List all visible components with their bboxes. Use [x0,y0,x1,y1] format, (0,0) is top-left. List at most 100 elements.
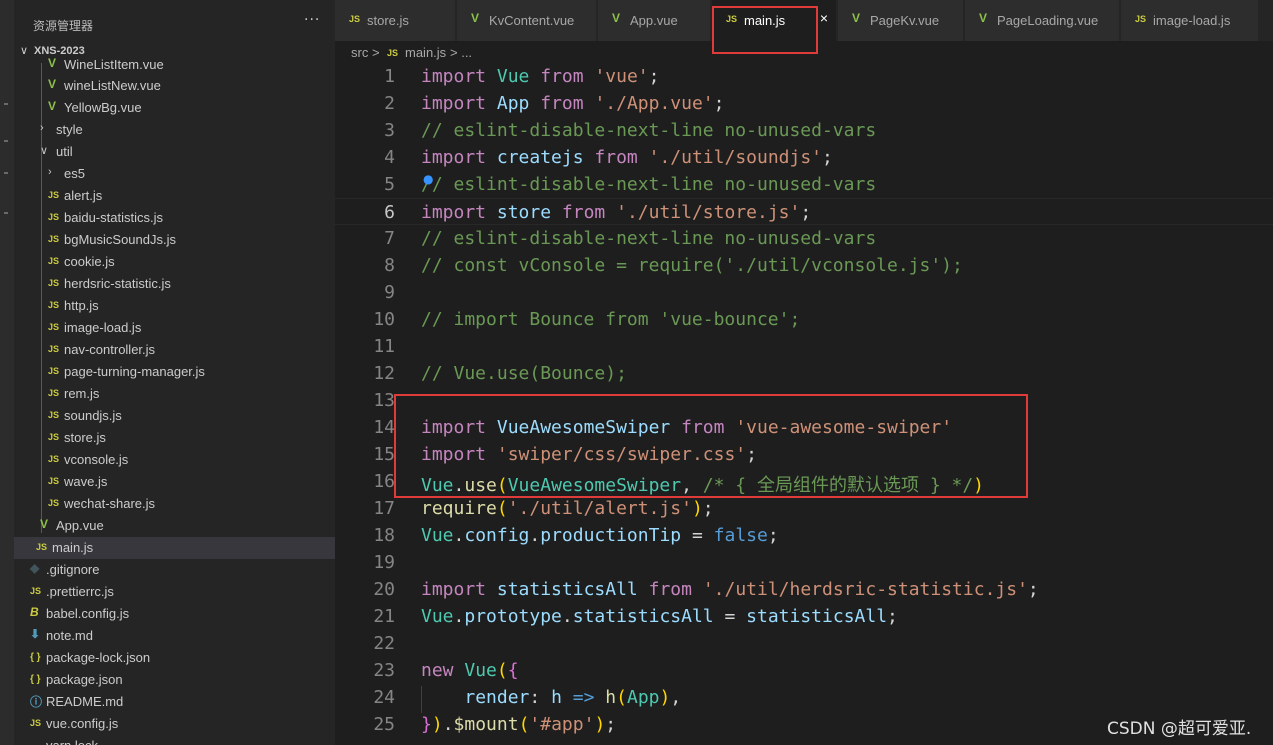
explorer-item[interactable]: JS http.js [14,295,335,317]
explorer-item[interactable]: JS .prettierrc.js [14,581,335,603]
explorer-item[interactable]: JS rem.js [14,383,335,405]
explorer-item-label: wechat-share.js [64,496,156,511]
explorer-item-label: es5 [64,166,85,181]
code-line[interactable]: 3 // eslint-disable-next-line no-unused-v… [335,117,1273,144]
code-line[interactable]: 17 require('./util/alert.js'); [335,495,1273,522]
code-line[interactable]: 7 // eslint-disable-next-line no-unused-v… [335,225,1273,252]
code-line[interactable]: 12 // Vue.use(Bounce); [335,360,1273,387]
tab-store-js[interactable]: JS store.js [335,0,456,41]
activity-marker [4,140,8,142]
explorer-item-label: baidu-statistics.js [64,210,163,225]
breadcrumb-folder[interactable]: src [351,45,368,60]
js-file-icon: JS [349,14,361,24]
tab-pageloading-vue[interactable]: V PageLoading.vue [965,0,1120,41]
line-number: 1 [384,66,395,87]
explorer-item[interactable]: VwineListNew.vue [14,75,335,97]
tab-image-load-js[interactable]: JS image-load.js [1121,0,1259,41]
code-text: import App from './App.vue'; [421,93,725,114]
explorer-item[interactable]: JS store.js [14,427,335,449]
explorer-item[interactable]: ◆ .gitignore [14,559,335,581]
explorer-item[interactable]: JS alert.js [14,185,335,207]
explorer-item[interactable]: JS bgMusicSoundJs.js [14,229,335,251]
explorer-item[interactable]: V YellowBg.vue [14,97,335,119]
code-text: // eslint-disable-next-line no-unused-va… [421,120,877,141]
tab-label: PageKv.vue [870,13,940,28]
more-actions-icon[interactable]: ··· [304,12,320,28]
explorer-item[interactable]: JS wechat-share.js [14,493,335,515]
explorer-item[interactable]: JS cookie.js [14,251,335,273]
explorer-item[interactable]: V WineListItem.vue [14,54,335,76]
tab-kvcontent-vue[interactable]: V KvContent.vue [457,0,597,41]
explorer-item[interactable]: JS nav-controller.js [14,339,335,361]
explorer-item[interactable]: yarn.lock [14,735,335,745]
explorer-item[interactable]: { } package.json [14,669,335,691]
code-line[interactable]: 23 new Vue({ [335,657,1273,684]
code-line[interactable]: 19 [335,549,1273,576]
code-line[interactable]: 22 [335,630,1273,657]
vue-file-icon: V [471,11,480,25]
code-line[interactable]: 20 import statisticsAll from './util/herd… [335,576,1273,603]
explorer-item[interactable]: JS image-load.js [14,317,335,339]
breadcrumb-file[interactable]: main.js [405,45,446,60]
vue-file-icon: V [852,11,861,25]
code-line[interactable]: 2 import App from './App.vue'; [335,90,1273,117]
explorer-item-label: README.md [46,694,124,709]
vue-file-icon: V [612,11,621,25]
explorer-item[interactable]: ∨ util [14,141,335,163]
code-line[interactable]: 1 import Vue from 'vue'; [335,63,1273,90]
explorer-item[interactable]: JS vconsole.js [14,449,335,471]
explorer-item[interactable]: JS baidu-statistics.js [14,207,335,229]
tab-pagekv-vue[interactable]: V PageKv.vue [838,0,964,41]
explorer-item-label: wave.js [64,474,108,489]
line-number: 10 [373,309,395,330]
explorer-item-label: rem.js [64,386,100,401]
line-number: 20 [373,579,395,600]
tab-label: App.vue [630,13,678,28]
activity-marker [4,103,8,105]
chevron-down-icon: ∨ [40,145,49,157]
explorer-item[interactable]: ⓘ README.md [14,691,335,713]
js-file-icon: JS [48,190,60,200]
line-number: 25 [373,714,395,735]
explorer-item[interactable]: › es5 [14,163,335,185]
vue-file-icon: V [40,517,49,531]
lightbulb-icon[interactable]: ● [423,172,433,186]
explorer-item[interactable]: Bbabel.config.js [14,603,335,625]
code-line[interactable]: 6 import store from './util/store.js'; [335,198,1273,225]
code-text: // eslint-disable-next-line no-unused-va… [421,174,877,195]
explorer-item[interactable]: { } package-lock.json [14,647,335,669]
line-number: 5 [384,174,395,195]
explorer-item[interactable]: JS page-turning-manager.js [14,361,335,383]
line-number: 8 [384,255,395,276]
code-line[interactable]: 10 // import Bounce from 'vue-bounce'; [335,306,1273,333]
code-line[interactable]: 9 [335,279,1273,306]
code-line[interactable]: 21 Vue.prototype.statisticsAll = statisti… [335,603,1273,630]
explorer-item[interactable]: ⬇ note.md [14,625,335,647]
code-line[interactable]: 24 render: h => h(App), [335,684,1273,711]
code-text: // Vue.use(Bounce); [421,363,627,384]
explorer-item-label: nav-controller.js [64,342,156,357]
explorer-item[interactable]: JS herdsric-statistic.js [14,273,335,295]
explorer-item-label: vue.config.js [46,716,119,731]
md-file-icon: ⬇ [30,627,41,641]
code-line[interactable]: 5 // eslint-disable-next-line no-unused-v… [335,171,1273,198]
line-number: 12 [373,363,395,384]
explorer-item[interactable]: JS main.js [14,537,335,559]
close-icon[interactable]: × [820,10,828,26]
explorer-item-label: cookie.js [64,254,115,269]
code-line[interactable]: 8 // const vConsole = require('./util/vco… [335,252,1273,279]
explorer-item[interactable]: JS soundjs.js [14,405,335,427]
explorer-item[interactable]: JS wave.js [14,471,335,493]
code-line[interactable]: 11 [335,333,1273,360]
vue-file-icon: V [979,11,988,25]
explorer-item-label: http.js [64,298,99,313]
explorer-item[interactable]: V App.vue [14,515,335,537]
tab-app-vue[interactable]: V App.vue [598,0,711,41]
line-number: 3 [384,120,395,141]
breadcrumb-tail: > ... [450,45,473,60]
explorer-item[interactable]: › style [14,119,335,141]
explorer-item[interactable]: JS vue.config.js [14,713,335,735]
explorer-item-label: App.vue [56,518,104,533]
code-line[interactable]: 4 import createjs from './util/soundjs'; [335,144,1273,171]
code-line[interactable]: 18 Vue.config.productionTip = false; [335,522,1273,549]
